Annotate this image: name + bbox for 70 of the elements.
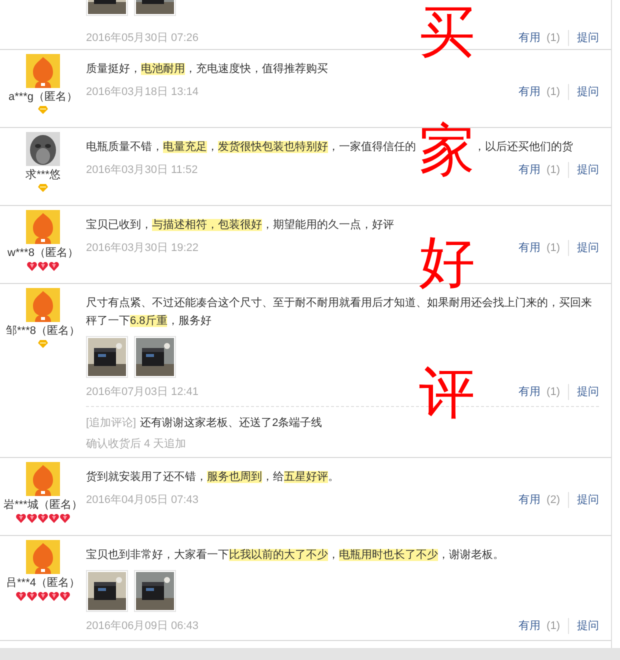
ask-link[interactable]: 提问: [577, 163, 599, 177]
review-date: 2016年03月30日 11:52: [86, 163, 198, 177]
useful-count: (1): [546, 163, 560, 177]
heart-icon: [49, 514, 59, 523]
review-text: 质量挺好，电池耐用，充电速度快，值得推荐购买: [86, 62, 329, 77]
useful-link[interactable]: 有用: [518, 241, 541, 255]
overlay-character: 买: [419, 4, 475, 60]
followup-text: 还有谢谢这家老板、还送了2条端子线: [140, 416, 322, 431]
useful-count: (1): [546, 85, 560, 99]
review-date: 2016年03月18日 13:14: [86, 85, 199, 99]
photo-thumbnail[interactable]: [134, 570, 176, 612]
heart-icon: [49, 592, 59, 601]
photo-thumbnail[interactable]: [86, 570, 128, 612]
heart-icon: [60, 514, 70, 523]
avatar: [26, 210, 60, 244]
heart-icon: [38, 514, 48, 523]
useful-count: (1): [546, 241, 560, 255]
useful-link[interactable]: 有用: [518, 31, 541, 45]
useful-count: (1): [546, 31, 560, 45]
heart-icon: [27, 514, 37, 523]
review-date: 2016年03月30日 19:22: [86, 241, 199, 255]
heart-icon: [38, 262, 48, 271]
useful-link[interactable]: 有用: [518, 619, 541, 633]
heart-icon: [27, 262, 37, 271]
ask-link[interactable]: 提问: [577, 241, 599, 255]
followup-note: 确认收货后 4 天追加: [86, 437, 188, 451]
review-text: 货到就安装用了还不错，服务也周到，给五星好评。: [86, 470, 340, 485]
avatar: [26, 462, 60, 496]
review-text: 宝贝已收到，与描述相符，包装很好，期望能用的久一点，好评: [86, 218, 395, 233]
avatar: [26, 540, 60, 574]
user-name: 邹***8（匿名）: [6, 324, 80, 338]
photo-thumbnail[interactable]: [86, 336, 128, 378]
heart-icon: [27, 592, 37, 601]
review-text: 尺寸有点紧、不过还能凑合这个尺寸、至于耐不耐用就看用后才知道、如果耐用还会找上门来的，买回来秤了一下6.8斤重，服务好: [86, 296, 593, 329]
diamond-icon: [38, 106, 48, 114]
ask-link[interactable]: 提问: [577, 85, 599, 99]
user-name: a***g（匿名）: [8, 90, 78, 104]
ask-link[interactable]: 提问: [577, 31, 599, 45]
user-name: 岩***城（匿名）: [4, 498, 82, 512]
ask-link[interactable]: 提问: [577, 619, 599, 633]
user-name: 求***悠: [26, 168, 60, 182]
review-text: 宝贝也到非常好，大家看一下比我以前的大了不少，电瓶用时也长了不少，谢谢老板。: [86, 548, 505, 563]
review-date: 2016年05月30日 07:26: [86, 31, 199, 45]
overlay-character: 评: [419, 365, 475, 421]
useful-count: (1): [546, 619, 560, 633]
user-name: 吕***4（匿名）: [6, 576, 80, 590]
avatar: [26, 288, 60, 322]
heart-icon: [16, 514, 26, 523]
review-date: 2016年06月09日 06:43: [86, 619, 199, 633]
useful-count: (1): [546, 385, 560, 399]
photo-thumbnail[interactable]: [134, 336, 176, 378]
heart-icon: [16, 592, 26, 601]
diamond-icon: [38, 184, 48, 192]
useful-link[interactable]: 有用: [518, 85, 541, 99]
useful-link[interactable]: 有用: [518, 493, 541, 507]
followup-label: [追加评论]: [86, 416, 136, 431]
heart-icon: [38, 592, 48, 601]
useful-link[interactable]: 有用: [518, 385, 541, 399]
useful-link[interactable]: 有用: [518, 163, 541, 177]
diamond-icon: [38, 340, 48, 348]
heart-icon: [60, 592, 70, 601]
user-name: w***8（匿名）: [8, 246, 78, 260]
ask-link[interactable]: 提问: [577, 493, 599, 507]
review-date: 2016年07月03日 12:41: [86, 385, 199, 399]
review-date: 2016年04月05日 07:43: [86, 493, 199, 507]
heart-icon: [49, 262, 59, 271]
useful-count: (2): [546, 493, 560, 507]
avatar: [26, 54, 60, 88]
ask-link[interactable]: 提问: [577, 385, 599, 399]
overlay-character: 好: [419, 234, 475, 290]
